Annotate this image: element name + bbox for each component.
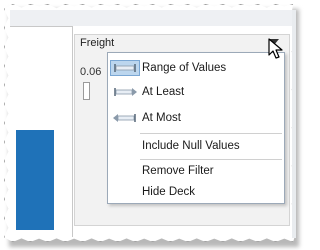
menu-item-label: At Most	[142, 112, 181, 124]
menu-separator	[140, 133, 282, 134]
menu-item-at-least[interactable]: At Least	[108, 81, 284, 103]
menu-item-label: Remove Filter	[142, 165, 214, 177]
menu-item-include-null-values[interactable]: Include Null Values	[108, 135, 284, 157]
menu-item-hide-deck[interactable]: Hide Deck	[108, 181, 284, 203]
menu-item-at-most[interactable]: At Most	[108, 107, 284, 129]
menu-item-label: Range of Values	[142, 62, 227, 74]
menu-item-range-of-values[interactable]: Range of Values	[108, 57, 284, 79]
menu-item-remove-filter[interactable]: Remove Filter	[108, 160, 284, 182]
menu-item-label: At Least	[142, 86, 185, 98]
slider-handle[interactable]	[83, 82, 90, 100]
range-icon	[110, 60, 140, 76]
menu-item-label: Include Null Values	[142, 140, 240, 152]
at-least-icon	[114, 88, 137, 96]
at-most-icon	[113, 114, 136, 122]
range-value-label: 0.06	[80, 66, 102, 78]
toolbar-strip	[10, 10, 296, 26]
chart-bar	[16, 130, 54, 230]
scroll-edge	[292, 10, 296, 238]
menu-item-label: Hide Deck	[142, 186, 196, 198]
mouse-cursor-icon	[268, 38, 283, 59]
filter-context-menu: Range of Values At Least At Most Include…	[107, 52, 285, 204]
filter-card-title: Freight	[80, 37, 115, 49]
